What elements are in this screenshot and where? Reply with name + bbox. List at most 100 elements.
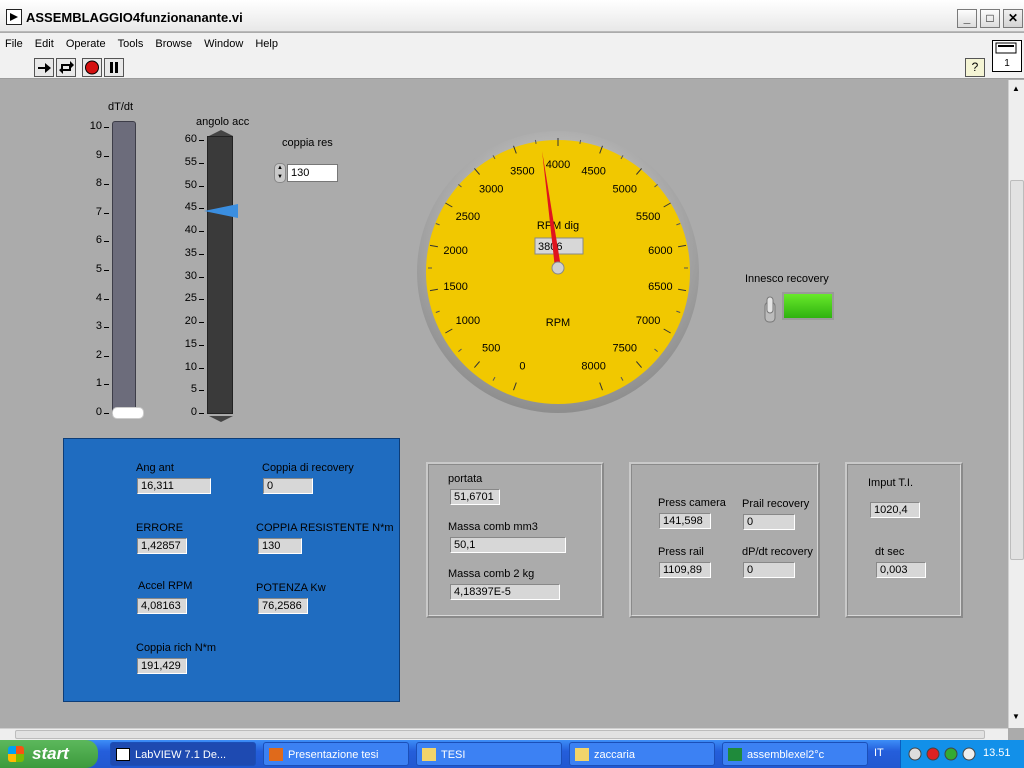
innesco-toggle-switch[interactable] — [762, 296, 778, 326]
coppia-di-recovery-indicator: 0 — [263, 478, 313, 494]
angolo-tick-label: 20 — [184, 315, 197, 327]
increment-decrement-arrows-icon[interactable]: ▲ ▼ — [274, 163, 286, 183]
dtdt-slider-knob[interactable] — [112, 407, 144, 419]
powerpoint-icon — [269, 748, 283, 761]
angolo-slider-track[interactable] — [207, 136, 233, 414]
pause-button[interactable] — [104, 58, 124, 77]
vi-connector-icon: 1 — [992, 40, 1022, 72]
coppia-rich-label: Coppia rich N*m — [136, 642, 217, 654]
vertical-scroll-thumb[interactable] — [1010, 180, 1024, 560]
dtdt-tick-label: 1 — [95, 377, 102, 390]
dtdt-slider-track[interactable] — [112, 121, 136, 417]
run-continuously-icon — [59, 61, 74, 74]
minimize-button[interactable]: _ — [957, 9, 977, 28]
taskbar-item-labview[interactable]: LabVIEW 7.1 De... — [110, 742, 256, 766]
angolo-tick-label: 35 — [184, 246, 197, 259]
gauge-hub — [551, 261, 565, 275]
menu-help[interactable]: Help — [250, 33, 282, 50]
gauge-tick-label: 3000 — [479, 183, 503, 195]
menu-window[interactable]: Window — [199, 33, 247, 50]
menu-operate[interactable]: Operate — [61, 33, 110, 50]
scroll-down-icon[interactable]: ▼ — [1012, 712, 1020, 721]
portata-label: portata — [448, 473, 483, 485]
coppia-res-label: coppia res — [282, 137, 333, 149]
taskbar-item-assemblexel[interactable]: assemblexel2°c — [722, 742, 868, 766]
taskbar-item-presentazione[interactable]: Presentazione tesi — [263, 742, 409, 766]
language-indicator[interactable]: IT — [874, 747, 884, 759]
tray-icons[interactable] — [907, 746, 981, 762]
gauge-tick-label: 0 — [519, 361, 525, 373]
taskbar-item-zaccaria[interactable]: zaccaria — [569, 742, 715, 766]
dtdt-tick-mark — [104, 184, 109, 186]
dtdt-tick-label: 7 — [95, 205, 102, 218]
press-camera-label: Press camera — [658, 497, 726, 509]
start-button[interactable]: start — [0, 740, 98, 768]
rpm-dig-value: 3806 — [538, 241, 562, 253]
menu-edit[interactable]: Edit — [30, 33, 58, 50]
dtdt-tick-label: 4 — [95, 291, 102, 304]
coppia-resistente-label: COPPIA RESISTENTE N*m — [256, 522, 394, 534]
angolo-tick-label: 55 — [184, 155, 197, 168]
dtdt-tick-mark — [104, 413, 109, 414]
scroll-up-icon[interactable]: ▲ — [1012, 84, 1020, 93]
abort-button[interactable] — [82, 58, 102, 77]
potenza-indicator: 76,2586 — [258, 598, 308, 614]
innesco-recovery-label: Innesco recovery — [745, 273, 829, 285]
angolo-tick-mark — [199, 140, 204, 141]
gauge-unit-label: RPM — [546, 317, 570, 329]
menu-bar: File Edit Operate Tools Browse Window He… — [0, 33, 1024, 55]
maximize-button[interactable]: □ — [980, 9, 1000, 28]
coppia-res-value[interactable]: 130 — [287, 164, 338, 182]
gauge-tick-label: 2000 — [443, 245, 467, 257]
dtdt-tick-label: 6 — [95, 234, 102, 247]
title-bar: ASSEMBLAGGIO4funzionanante.vi _ □ ✕ — [0, 0, 1024, 32]
angolo-slider-pointer[interactable] — [204, 204, 238, 218]
dtdt-tick-label: 8 — [95, 177, 102, 190]
dtdt-tick-mark — [104, 327, 109, 329]
excel-icon — [728, 748, 742, 761]
gauge-tick-label: 6000 — [648, 245, 672, 257]
run-button[interactable] — [34, 58, 54, 77]
press-camera-indicator: 141,598 — [659, 513, 711, 529]
menu-file[interactable]: File — [0, 33, 27, 50]
angolo-tick-mark — [199, 185, 204, 187]
dpdt-recovery-label: dP/dt recovery — [742, 546, 813, 558]
gauge-tick-label: 2500 — [456, 211, 480, 223]
angolo-tick-label: 30 — [184, 269, 197, 282]
angolo-tick-label: 50 — [184, 178, 197, 191]
angolo-tick-mark — [199, 276, 204, 278]
rpm-dig-label: RPM dig — [537, 220, 579, 232]
windows-logo-icon — [8, 746, 24, 762]
dtdt-tick-label: 3 — [95, 320, 102, 333]
angolo-tick-label: 5 — [190, 383, 197, 396]
menu-tools[interactable]: Tools — [113, 33, 148, 50]
gauge-tick-label: 500 — [482, 343, 500, 355]
coppia-rich-indicator: 191,429 — [137, 658, 187, 674]
horizontal-scrollbar[interactable] — [0, 728, 1008, 740]
dtdt-label: dT/dt — [108, 101, 134, 113]
context-help-button[interactable]: ? — [965, 58, 985, 77]
pressure-frame — [629, 462, 820, 618]
vertical-scrollbar[interactable]: ▲ ▼ — [1008, 80, 1024, 728]
angolo-tick-mark — [199, 322, 204, 323]
coppia-res-control[interactable]: ▲ ▼ 130 — [274, 163, 338, 183]
horizontal-scroll-thumb[interactable] — [15, 730, 985, 739]
angolo-tick-mark — [199, 413, 204, 414]
gauge-tick-label: 7000 — [636, 315, 660, 327]
close-button[interactable]: ✕ — [1003, 9, 1023, 28]
dpdt-recovery-indicator: 0 — [743, 562, 795, 578]
dtdt-tick-label: 10 — [89, 120, 102, 132]
dtdt-tick-mark — [104, 241, 109, 243]
clock: 13.51 — [983, 747, 1011, 759]
massa-comb-2kg-indicator: 4,18397E-5 — [450, 584, 560, 600]
angolo-tick-label: 45 — [184, 201, 197, 214]
massa-comb-2kg-label: Massa comb 2 kg — [448, 568, 535, 580]
taskbar-item-tesi[interactable]: TESI — [416, 742, 562, 766]
run-continuously-button[interactable] — [56, 58, 76, 77]
gauge-tick-label: 4000 — [546, 159, 570, 171]
gauge-tick-label: 4500 — [581, 165, 605, 177]
menu-browse[interactable]: Browse — [150, 33, 196, 50]
vi-icon-graphic — [995, 42, 1017, 54]
angolo-down-arrow-icon[interactable] — [207, 414, 235, 424]
angolo-tick-label: 60 — [184, 133, 197, 145]
